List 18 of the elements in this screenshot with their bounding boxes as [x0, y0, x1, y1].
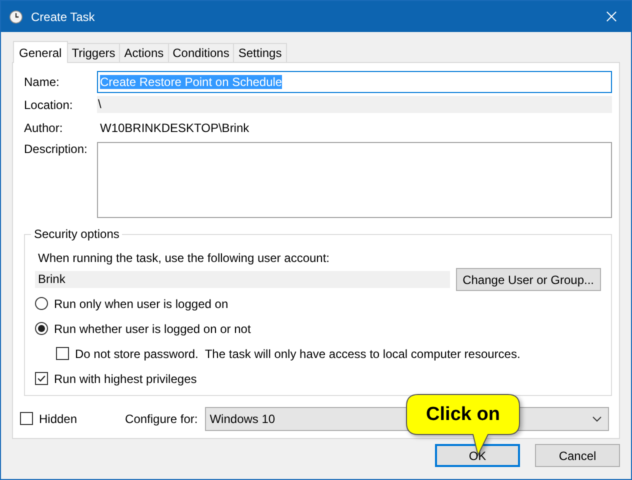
- location-field: \: [97, 96, 612, 113]
- window-title: Create Task: [31, 10, 96, 24]
- field-label: Name:: [24, 74, 60, 88]
- option-label: Run with highest privileges: [54, 372, 197, 386]
- field-label: Author:: [24, 120, 64, 134]
- field-value: Create Restore Point on Schedule: [100, 74, 282, 88]
- user-account-field: Brink: [35, 271, 450, 288]
- option-label: Do not store password. The task will only have access to local computer resources.: [75, 346, 520, 360]
- field-label: Configure for:: [125, 412, 198, 426]
- field-label: Description:: [24, 142, 88, 156]
- option-label: Run whether user is logged on or not: [54, 322, 251, 336]
- option-label: Hidden: [39, 412, 78, 426]
- callout-text: Click on: [425, 402, 501, 426]
- account-prompt: When running the task, use the following user account:: [38, 251, 331, 265]
- option-label: Run only when user is logged on: [54, 296, 228, 310]
- field-label: Location:: [24, 98, 74, 112]
- author-value: W10BRINKDESKTOP\Brink: [99, 120, 250, 134]
- group-title: Security options: [31, 227, 122, 241]
